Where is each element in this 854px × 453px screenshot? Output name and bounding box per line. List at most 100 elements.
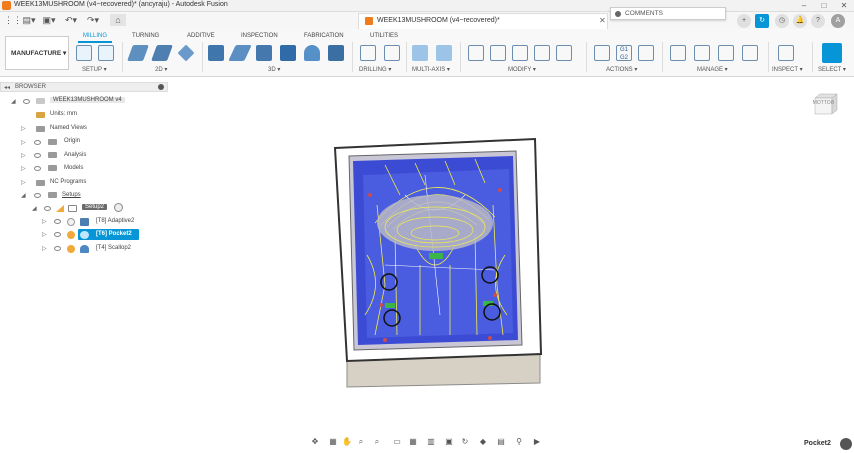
display-settings-icon[interactable]: ▭ — [392, 437, 402, 447]
help-icon[interactable]: ? — [811, 14, 825, 28]
effects-icon[interactable]: ⚲ — [514, 437, 524, 447]
machine-library-icon[interactable] — [742, 45, 758, 61]
comments-panel[interactable]: COMMENTS — [610, 7, 726, 20]
tab-fabrication[interactable]: FABRICATION — [304, 33, 344, 39]
steep-shallow-icon[interactable] — [328, 45, 344, 61]
workspace-switcher[interactable]: MANUFACTURE ▾ — [5, 36, 69, 70]
visibility-eye-icon[interactable] — [34, 140, 41, 145]
redo-icon[interactable]: ↷▾ — [86, 14, 100, 26]
group-setup[interactable]: SETUP ▾ — [82, 66, 107, 73]
expand-root-icon[interactable]: ◢ — [11, 98, 16, 105]
stock-icon[interactable] — [98, 45, 114, 61]
group-modify[interactable]: MODIFY ▾ — [508, 66, 536, 73]
tree-pocket2[interactable]: [T6] Pocket2 — [96, 231, 132, 237]
browser-header[interactable]: ◂◂ BROWSER — [0, 82, 168, 92]
fit-icon[interactable]: ⌕ — [372, 437, 382, 447]
comments-toggle-icon[interactable] — [615, 11, 621, 17]
expand-origin-icon[interactable]: ▷ — [21, 139, 26, 146]
parallel-icon[interactable] — [256, 45, 272, 61]
tree-setups[interactable]: Setups — [62, 192, 81, 198]
visibility-eye-icon[interactable] — [34, 153, 41, 158]
look-at-icon[interactable]: ▦ — [328, 437, 338, 447]
pan-icon[interactable]: ✋ — [342, 437, 352, 447]
group-actions[interactable]: ACTIONS ▾ — [606, 66, 637, 73]
visibility-eye-icon[interactable] — [34, 193, 41, 198]
visibility-eye-icon[interactable] — [54, 232, 61, 237]
expand-analysis-icon[interactable]: ▷ — [21, 152, 26, 159]
visibility-eye-icon[interactable] — [54, 219, 61, 224]
close-window-button[interactable]: ✕ — [834, 0, 854, 12]
tree-scallop2[interactable]: [T4] Scallop2 — [96, 245, 131, 251]
tree-origin[interactable]: Origin — [64, 138, 80, 144]
grid-icon[interactable]: ▦ — [408, 437, 418, 447]
collapse-browser-icon[interactable]: ◂◂ — [4, 84, 10, 91]
expand-op-icon[interactable]: ▷ — [42, 245, 47, 252]
setup-sheet-icon[interactable] — [638, 45, 654, 61]
expand-models-icon[interactable]: ▷ — [21, 165, 26, 172]
expand-nc-programs-icon[interactable]: ▷ — [21, 179, 26, 186]
file-menu-icon[interactable]: ▤▾ — [22, 14, 36, 26]
contour-icon[interactable] — [280, 45, 296, 61]
minimize-button[interactable]: – — [794, 0, 814, 12]
avatar[interactable]: A — [831, 14, 845, 28]
expand-op-icon[interactable]: ▷ — [42, 218, 47, 225]
select-arrow-icon[interactable] — [822, 43, 842, 63]
edit-icon[interactable] — [490, 45, 506, 61]
units-label[interactable]: Units: mm — [50, 111, 77, 117]
multi-axis-contour-icon[interactable] — [436, 45, 452, 61]
group-inspect[interactable]: INSPECT ▾ — [772, 66, 803, 73]
visibility-eye-icon[interactable] — [23, 99, 30, 104]
group-drilling[interactable]: DRILLING ▾ — [359, 66, 391, 73]
tree-nc-programs[interactable]: NC Programs — [50, 179, 86, 185]
environment-icon[interactable]: ▤ — [496, 437, 506, 447]
expand-setups-icon[interactable]: ◢ — [21, 192, 26, 199]
camera-icon[interactable]: ▣ — [444, 437, 454, 447]
simulate-icon[interactable] — [594, 45, 610, 61]
activate-setup-icon[interactable] — [114, 203, 123, 212]
swarf-icon[interactable] — [412, 45, 428, 61]
new-tab-icon[interactable]: + — [737, 14, 751, 28]
refresh-view-icon[interactable]: ↻ — [460, 437, 470, 447]
orbit-icon[interactable]: ✥ — [310, 437, 320, 447]
tab-turning[interactable]: TURNING — [132, 33, 159, 39]
section-icon[interactable]: ▶ — [532, 437, 542, 447]
measure-icon[interactable] — [778, 45, 794, 61]
tab-inspection[interactable]: INSPECTION — [241, 33, 278, 39]
extensions-icon[interactable]: ◷ — [775, 14, 789, 28]
generate-icon[interactable] — [556, 45, 572, 61]
visibility-eye-icon[interactable] — [54, 246, 61, 251]
job-status-icon[interactable]: ↻ — [755, 14, 769, 28]
tab-utilities[interactable]: UTILITIES — [370, 33, 398, 39]
app-grid-icon[interactable]: ⋮⋮ — [4, 14, 22, 26]
scallop-icon[interactable] — [304, 45, 320, 61]
tree-analysis[interactable]: Analysis — [64, 152, 86, 158]
visibility-eye-icon[interactable] — [44, 206, 51, 211]
zoom-icon[interactable]: ⌕ — [356, 437, 366, 447]
tree-models[interactable]: Models — [64, 165, 83, 171]
viewports-icon[interactable]: ▥ — [426, 437, 436, 447]
tab-additive[interactable]: ADDITIVE — [187, 33, 215, 39]
3d-adaptive-icon[interactable] — [208, 45, 224, 61]
expand-named-views-icon[interactable]: ▷ — [21, 125, 26, 132]
tree-adaptive2[interactable]: [T8] Adaptive2 — [96, 218, 134, 224]
toolpath-viewport[interactable] — [325, 135, 550, 390]
document-tab[interactable]: WEEK13MUSHROOM (v4~recovered)* ✕ — [358, 13, 608, 29]
home-icon[interactable]: ⌂ — [110, 14, 126, 26]
group-multi-axis[interactable]: MULTI-AXIS ▾ — [412, 66, 450, 73]
selection-filter-icon[interactable] — [840, 438, 852, 450]
copy-icon[interactable] — [534, 45, 550, 61]
undo-icon[interactable]: ↶▾ — [64, 14, 78, 26]
setup-icon[interactable] — [76, 45, 92, 61]
visual-style-icon[interactable]: ◆ — [478, 437, 488, 447]
group-2d[interactable]: 2D ▾ — [155, 66, 167, 73]
notifications-icon[interactable]: 🔔 — [793, 14, 807, 28]
transform-icon[interactable] — [468, 45, 484, 61]
drill-icon[interactable] — [360, 45, 376, 61]
view-cube[interactable]: BOTTOM — [810, 90, 840, 120]
save-icon[interactable]: ▣▾ — [42, 14, 56, 26]
tool-library-icon[interactable] — [670, 45, 686, 61]
hole-recognition-icon[interactable] — [384, 45, 400, 61]
browser-root[interactable]: WEEK13MUSHROOM v4 — [50, 97, 125, 103]
post-process-icon[interactable]: G1 G2 — [616, 45, 632, 61]
template-library-icon[interactable] — [694, 45, 710, 61]
